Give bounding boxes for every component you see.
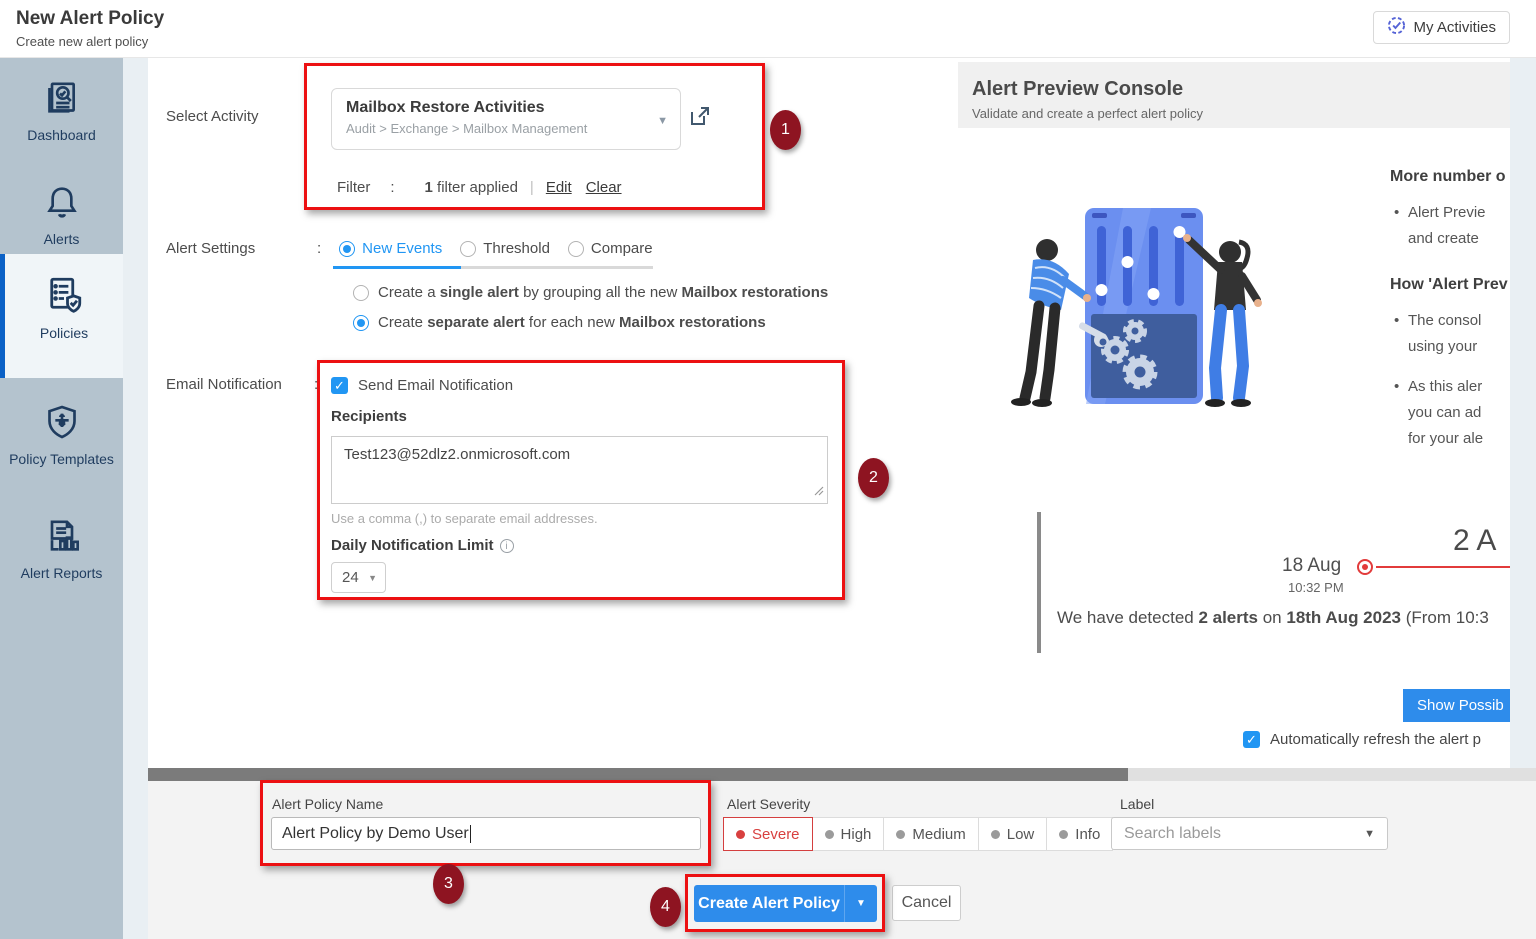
auto-refresh-checkbox[interactable]: ✓ bbox=[1243, 731, 1260, 748]
alert-severity-label: Alert Severity bbox=[727, 796, 810, 812]
send-email-checkbox-row[interactable]: ✓ Send Email Notification bbox=[331, 377, 513, 394]
auto-refresh-row[interactable]: ✓ Automatically refresh the alert p bbox=[1243, 731, 1481, 748]
tab-new-events[interactable]: New Events bbox=[339, 240, 442, 257]
notes-heading-1: More number o bbox=[1390, 168, 1510, 186]
timeline-marker-icon bbox=[1357, 559, 1373, 575]
external-link-icon[interactable] bbox=[688, 104, 712, 133]
info-icon: i bbox=[500, 539, 514, 553]
label-field-label: Label bbox=[1120, 796, 1154, 812]
sidebar-item-alert-reports[interactable]: Alert Reports bbox=[0, 510, 123, 610]
severity-low[interactable]: Low bbox=[979, 817, 1048, 851]
sidebar-item-policy-templates[interactable]: Policy Templates bbox=[0, 396, 123, 496]
preview-notes: More number o Alert Previe and create Ho… bbox=[1390, 168, 1510, 452]
severity-dot-medium bbox=[896, 830, 905, 839]
chevron-down-icon: ▼ bbox=[1364, 828, 1375, 840]
filter-row: Filter : 1 filter applied | Edit Clear bbox=[337, 179, 622, 196]
sidebar-item-dashboard[interactable]: Dashboard bbox=[0, 72, 123, 158]
tab-underline-active bbox=[333, 266, 461, 269]
severity-severe[interactable]: Severe bbox=[723, 817, 813, 851]
page-subtitle: Create new alert policy bbox=[16, 34, 148, 49]
preview-subtitle: Validate and create a perfect alert poli… bbox=[972, 106, 1203, 121]
resize-handle-icon[interactable] bbox=[814, 483, 824, 500]
timeline-time: 10:32 PM bbox=[1288, 580, 1344, 595]
label-search-select[interactable]: Search labels ▼ bbox=[1111, 817, 1388, 850]
radio-threshold[interactable] bbox=[460, 241, 476, 257]
chevron-down-icon: ▼ bbox=[368, 573, 377, 583]
filter-label: Filter bbox=[337, 179, 370, 196]
alert-mode-tabs: : New Events Threshold Compare bbox=[317, 240, 653, 257]
activities-check-icon bbox=[1387, 16, 1406, 39]
show-possible-alerts-button[interactable]: Show Possib bbox=[1403, 689, 1510, 722]
horizontal-scrollbar-thumb[interactable] bbox=[148, 768, 1128, 781]
timeline-alert-count: 2 A bbox=[1453, 524, 1496, 558]
timeline-left-bar bbox=[1037, 512, 1041, 653]
preview-title: Alert Preview Console bbox=[972, 78, 1183, 101]
tab-threshold[interactable]: Threshold bbox=[460, 240, 550, 257]
chevron-down-icon: ▼ bbox=[657, 115, 668, 127]
notes-heading-2: How 'Alert Prev bbox=[1390, 276, 1510, 294]
daily-limit-label: Daily Notification Limit i bbox=[331, 537, 514, 554]
timeline-red-line bbox=[1376, 566, 1510, 568]
preview-illustration bbox=[985, 200, 1295, 430]
daily-limit-select[interactable]: 24 ▼ bbox=[331, 562, 386, 593]
alerts-bell-icon bbox=[42, 209, 82, 226]
severity-dot-low bbox=[991, 830, 1000, 839]
group-separate-alert-option[interactable]: Create separate alert for each new Mailb… bbox=[353, 314, 766, 331]
select-activity-label: Select Activity bbox=[166, 108, 259, 125]
radio-single-alert[interactable] bbox=[353, 285, 369, 301]
severity-selector: Severe High Medium Low Info bbox=[723, 817, 1113, 851]
policy-name-input[interactable]: Alert Policy by Demo User bbox=[271, 817, 701, 850]
dashboard-icon bbox=[42, 105, 82, 122]
main-form-area bbox=[148, 58, 957, 768]
settings-colon: : bbox=[317, 240, 321, 257]
radio-new-events[interactable] bbox=[339, 241, 355, 257]
email-notification-label: Email Notification bbox=[166, 376, 282, 393]
send-email-checkbox[interactable]: ✓ bbox=[331, 377, 348, 394]
severity-dot-high bbox=[825, 830, 834, 839]
radio-compare[interactable] bbox=[568, 241, 584, 257]
filter-colon: : bbox=[390, 179, 394, 196]
policy-name-label: Alert Policy Name bbox=[272, 796, 383, 812]
alert-reports-icon bbox=[42, 543, 82, 560]
severity-info[interactable]: Info bbox=[1047, 817, 1113, 851]
sidebar: Dashboard Alerts Policies Policy Templat… bbox=[0, 58, 123, 939]
detected-alerts-text: We have detected 2 alerts on 18th Aug 20… bbox=[1057, 608, 1489, 628]
page-title: New Alert Policy bbox=[16, 8, 164, 30]
my-activities-button[interactable]: My Activities bbox=[1373, 11, 1510, 44]
email-colon: : bbox=[314, 376, 318, 393]
tab-compare[interactable]: Compare bbox=[568, 240, 653, 257]
severity-high[interactable]: High bbox=[813, 817, 885, 851]
activity-dropdown[interactable]: Mailbox Restore Activities Audit > Excha… bbox=[331, 88, 681, 150]
activity-breadcrumb: Audit > Exchange > Mailbox Management bbox=[346, 121, 650, 136]
policy-templates-icon bbox=[42, 429, 82, 446]
filter-clear-link[interactable]: Clear bbox=[586, 179, 622, 196]
filter-edit-link[interactable]: Edit bbox=[546, 179, 572, 196]
page-edge-strip bbox=[1510, 58, 1536, 768]
cancel-button[interactable]: Cancel bbox=[892, 885, 961, 921]
severity-dot-severe bbox=[736, 830, 745, 839]
preview-header: Alert Preview Console Validate and creat… bbox=[958, 62, 1510, 128]
alert-settings-label: Alert Settings bbox=[166, 240, 255, 257]
filter-applied-text: filter applied bbox=[433, 179, 518, 196]
alert-preview-console: Alert Preview Console Validate and creat… bbox=[958, 58, 1510, 768]
sidebar-gutter bbox=[123, 58, 148, 939]
recipients-textarea[interactable]: Test123@52dlz2.onmicrosoft.com bbox=[331, 436, 828, 504]
group-single-alert-option[interactable]: Create a single alert by grouping all th… bbox=[353, 284, 828, 301]
create-policy-dropdown-arrow[interactable]: ▼ bbox=[844, 885, 877, 922]
create-alert-policy-button[interactable]: Create Alert Policy ▼ bbox=[694, 885, 877, 922]
severity-dot-info bbox=[1059, 830, 1068, 839]
filter-count: 1 bbox=[425, 179, 433, 196]
activity-dropdown-value: Mailbox Restore Activities bbox=[346, 99, 650, 117]
recipients-helper-text: Use a comma (,) to separate email addres… bbox=[331, 511, 598, 526]
recipients-label: Recipients bbox=[331, 408, 407, 425]
radio-separate-alert[interactable] bbox=[353, 315, 369, 331]
timeline-date: 18 Aug bbox=[1282, 555, 1341, 577]
policies-icon bbox=[43, 303, 85, 320]
sidebar-item-policies[interactable]: Policies bbox=[0, 254, 123, 378]
text-caret bbox=[470, 825, 471, 843]
sidebar-item-alerts[interactable]: Alerts bbox=[0, 176, 123, 262]
page-header: New Alert Policy Create new alert policy… bbox=[0, 0, 1536, 58]
severity-medium[interactable]: Medium bbox=[884, 817, 978, 851]
